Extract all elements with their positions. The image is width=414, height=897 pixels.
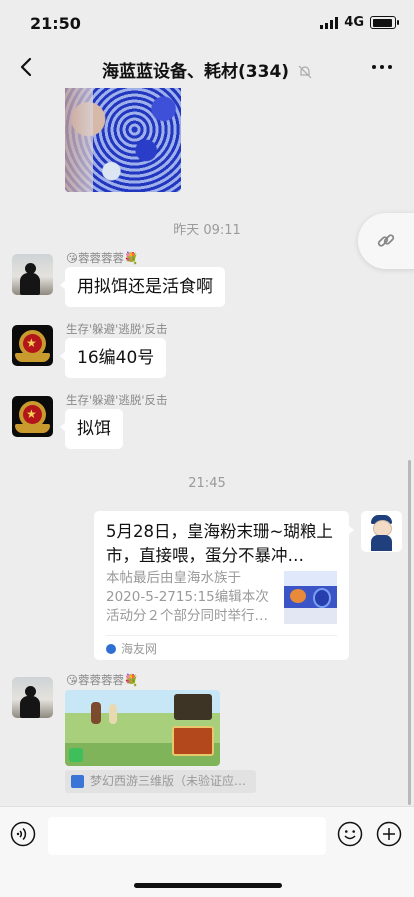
chat-title-text: 海蓝蓝设备、耗材(334)	[102, 62, 290, 82]
divider	[106, 635, 337, 636]
status-time: 21:50	[30, 14, 81, 33]
plus-icon[interactable]	[376, 821, 402, 847]
home-indicator[interactable]	[134, 883, 282, 888]
emoji-icon[interactable]	[337, 821, 363, 847]
message-input[interactable]	[48, 817, 326, 855]
avatar-self[interactable]	[361, 511, 402, 552]
sender-name: 😘蓉蓉蓉蓉💐	[66, 673, 139, 687]
message-bubble[interactable]: 用拟饵还是活食啊	[60, 267, 225, 307]
sender-name: 😘蓉蓉蓉蓉💐	[66, 251, 139, 265]
battery-icon	[370, 16, 399, 29]
sender-name: 生存'躲避'逃脱'反击	[66, 393, 168, 407]
status-indicators: 4G	[320, 15, 399, 30]
mini-program-tag[interactable]: 梦幻西游三维版（未验证应…	[65, 770, 256, 793]
avatar[interactable]	[12, 677, 53, 718]
more-options-icon[interactable]	[372, 65, 392, 69]
network-type: 4G	[344, 15, 364, 30]
mini-program-icon	[71, 775, 84, 788]
link-card-thumbnail	[284, 571, 337, 624]
mute-bell-icon	[298, 65, 312, 79]
avatar[interactable]: ★	[12, 325, 53, 366]
message-list[interactable]: 昨天 09:11 😘蓉蓉蓉蓉💐 用拟饵还是活食啊 ★ 生存'躲避'逃脱'反击 1…	[0, 88, 414, 806]
status-bar: 21:50 4G	[0, 0, 414, 48]
link-icon	[377, 234, 395, 247]
sender-name: 生存'躲避'逃脱'反击	[66, 322, 168, 336]
link-card-title: 5月28日，皇海粉末珊~瑚粮上市，直接喂，蛋分不暴冲…	[106, 522, 333, 565]
floating-link-button[interactable]	[358, 213, 414, 269]
link-card-description: 本帖最后由皇海水族于2020-5-2715:15编辑本次活动分２个部分同时举行…	[106, 570, 269, 624]
message-bubble[interactable]: 16编40号	[59, 338, 167, 378]
site-icon	[106, 643, 116, 654]
timestamp: 昨天 09:11	[173, 223, 241, 238]
scrollbar[interactable]	[408, 460, 411, 805]
avatar[interactable]: ★	[12, 396, 53, 437]
mini-program-label: 梦幻西游三维版（未验证应…	[90, 774, 247, 788]
link-card-source-text: 海友网	[121, 642, 158, 656]
image-message[interactable]	[65, 88, 181, 192]
signal-icon	[320, 16, 339, 29]
timestamp: 21:45	[188, 476, 226, 491]
link-card-source: 海友网	[106, 640, 157, 657]
chat-header: 海蓝蓝设备、耗材(334)	[0, 48, 414, 88]
message-bubble[interactable]: 拟饵	[60, 409, 123, 449]
chat-title: 海蓝蓝设备、耗材(334)	[0, 57, 414, 82]
game-image-message[interactable]	[65, 690, 220, 766]
avatar[interactable]	[12, 254, 53, 295]
voice-icon[interactable]	[10, 821, 36, 847]
link-card[interactable]: 5月28日，皇海粉末珊~瑚粮上市，直接喂，蛋分不暴冲… 本帖最后由皇海水族于20…	[94, 511, 354, 660]
